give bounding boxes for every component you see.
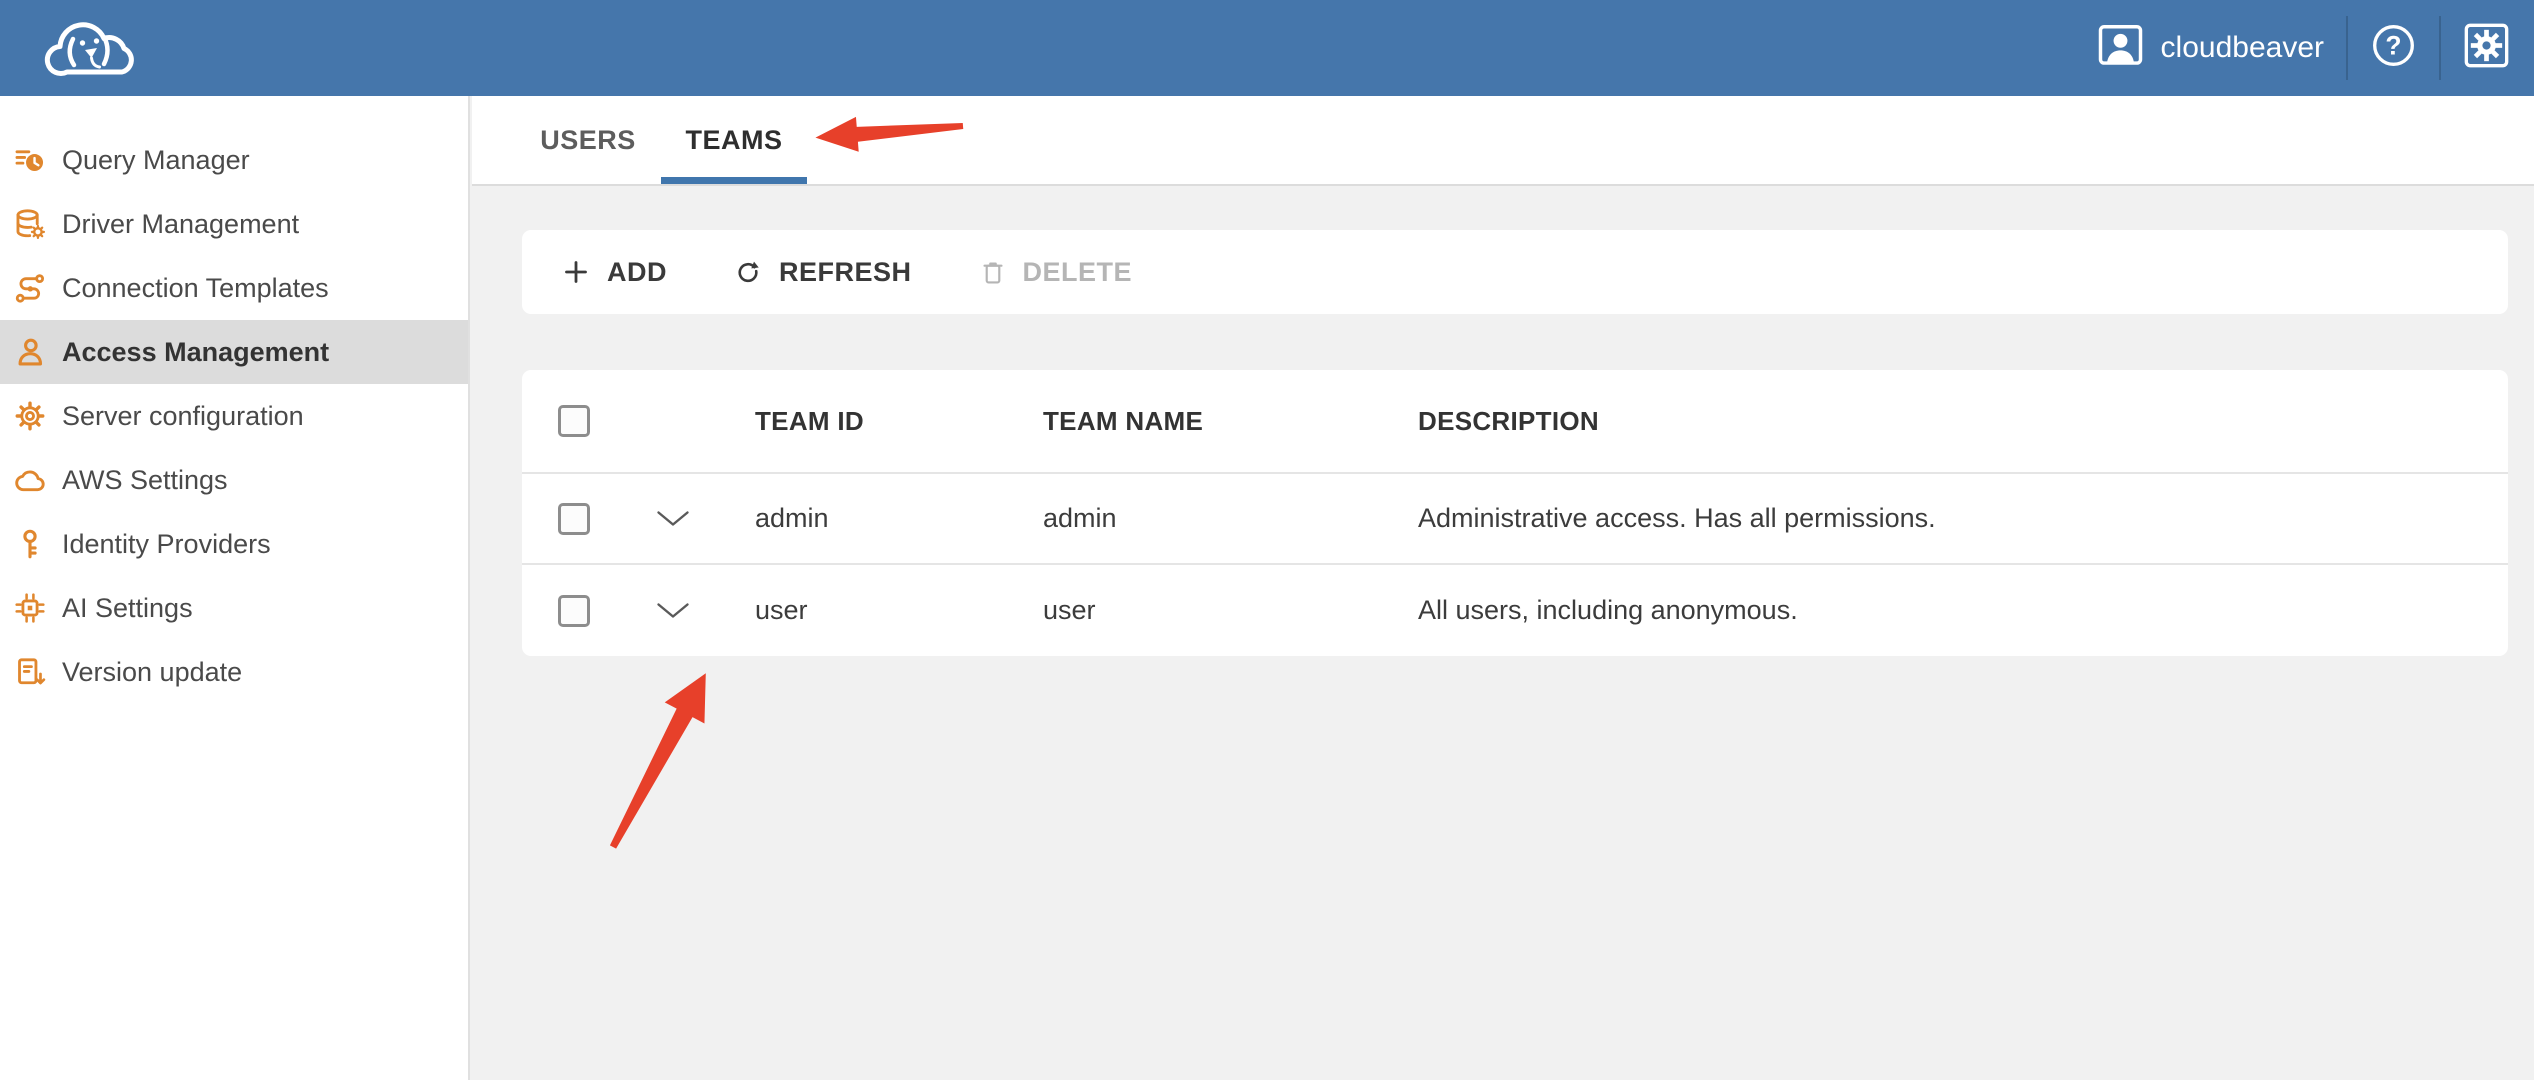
column-header-team-name: TEAM NAME	[1043, 406, 1418, 437]
row-expand-cell	[655, 601, 755, 621]
plus-icon	[562, 258, 590, 286]
cell-team-id: user	[755, 595, 1043, 626]
main-content: USERS TEAMS ADD REFRESH	[472, 96, 2534, 1080]
identity-providers-icon	[13, 527, 47, 561]
table-header-row: TEAM ID TEAM NAME DESCRIPTION	[522, 370, 2508, 474]
cell-team-name: user	[1043, 595, 1418, 626]
tab-users-label: USERS	[540, 125, 636, 156]
cloudbeaver-logo	[40, 11, 140, 88]
delete-button-label: DELETE	[1023, 257, 1133, 288]
aws-settings-icon	[13, 463, 47, 497]
help-icon: ?	[2370, 22, 2417, 69]
ai-settings-icon	[13, 591, 47, 625]
refresh-button-label: REFRESH	[779, 257, 912, 288]
access-management-icon	[13, 335, 47, 369]
tab-teams[interactable]: TEAMS	[661, 96, 807, 184]
active-tab-underline	[661, 177, 807, 184]
sidebar-item-label: Access Management	[62, 337, 329, 368]
user-icon	[2096, 21, 2145, 75]
sidebar-item-aws-settings[interactable]: AWS Settings	[0, 448, 468, 512]
driver-management-icon	[13, 207, 47, 241]
table-row-user[interactable]: user user All users, including anonymous…	[522, 565, 2508, 656]
gear-icon	[2463, 22, 2510, 69]
header-actions: cloudbeaver ?	[2096, 0, 2510, 96]
help-button[interactable]: ?	[2370, 22, 2417, 74]
sidebar-item-identity-providers[interactable]: Identity Providers	[0, 512, 468, 576]
sidebar-item-label: AI Settings	[62, 593, 193, 624]
cell-description: Administrative access. Has all permissio…	[1418, 503, 2508, 534]
trash-icon	[980, 259, 1006, 285]
add-button-label: ADD	[607, 257, 667, 288]
sidebar-item-label: AWS Settings	[62, 465, 228, 496]
row-checkbox-cell	[522, 595, 655, 627]
delete-button[interactable]: DELETE	[980, 257, 1133, 288]
username-label: cloudbeaver	[2161, 31, 2324, 65]
red-arrow-to-team-rows	[585, 650, 725, 860]
settings-button[interactable]	[2463, 22, 2510, 74]
sidebar-item-version-update[interactable]: Version update	[0, 640, 468, 704]
top-header-bar: cloudbeaver ?	[0, 0, 2534, 96]
sidebar-item-label: Query Manager	[62, 145, 250, 176]
sidebar-item-query-manager[interactable]: Query Manager	[0, 128, 468, 192]
row-checkbox-cell	[522, 503, 655, 535]
teams-table: TEAM ID TEAM NAME DESCRIPTION admin admi…	[522, 370, 2508, 656]
cell-team-name: admin	[1043, 503, 1418, 534]
cell-team-id: admin	[755, 503, 1043, 534]
chevron-down-icon[interactable]	[655, 509, 691, 529]
tab-users[interactable]: USERS	[515, 96, 661, 184]
column-header-description: DESCRIPTION	[1418, 406, 2508, 437]
header-divider	[2439, 16, 2441, 80]
sidebar-item-label: Identity Providers	[62, 529, 271, 560]
row-expand-cell	[655, 509, 755, 529]
user-menu[interactable]: cloudbeaver	[2096, 21, 2324, 75]
select-all-checkbox[interactable]	[558, 405, 590, 437]
query-manager-icon	[13, 143, 47, 177]
connection-templates-icon	[13, 271, 47, 305]
teams-toolbar: ADD REFRESH DELETE	[522, 230, 2508, 314]
cloudbeaver-admin-screen: cloudbeaver ?	[0, 0, 2534, 1080]
add-button[interactable]: ADD	[562, 257, 667, 288]
tab-teams-label: TEAMS	[686, 125, 783, 156]
header-checkbox-cell	[522, 405, 655, 437]
sidebar-item-connection-templates[interactable]: Connection Templates	[0, 256, 468, 320]
table-row-admin[interactable]: admin admin Administrative access. Has a…	[522, 474, 2508, 565]
server-configuration-icon	[13, 399, 47, 433]
column-header-team-id: TEAM ID	[755, 406, 1043, 437]
version-update-icon	[13, 655, 47, 689]
refresh-button[interactable]: REFRESH	[735, 257, 912, 288]
sidebar-item-label: Version update	[62, 657, 242, 688]
row-checkbox[interactable]	[558, 503, 590, 535]
row-checkbox[interactable]	[558, 595, 590, 627]
refresh-icon	[735, 259, 762, 286]
admin-sidebar: Query Manager Driver Management Connecti…	[0, 96, 470, 1080]
svg-text:?: ?	[2385, 31, 2401, 61]
sidebar-item-server-configuration[interactable]: Server configuration	[0, 384, 468, 448]
cell-description: All users, including anonymous.	[1418, 595, 2508, 626]
sidebar-item-label: Driver Management	[62, 209, 299, 240]
sidebar-item-ai-settings[interactable]: AI Settings	[0, 576, 468, 640]
sidebar-item-access-management[interactable]: Access Management	[0, 320, 468, 384]
sidebar-item-driver-management[interactable]: Driver Management	[0, 192, 468, 256]
sidebar-item-label: Server configuration	[62, 401, 304, 432]
access-management-tabbar: USERS TEAMS	[472, 96, 2534, 186]
chevron-down-icon[interactable]	[655, 601, 691, 621]
sidebar-item-label: Connection Templates	[62, 273, 329, 304]
header-divider	[2346, 16, 2348, 80]
